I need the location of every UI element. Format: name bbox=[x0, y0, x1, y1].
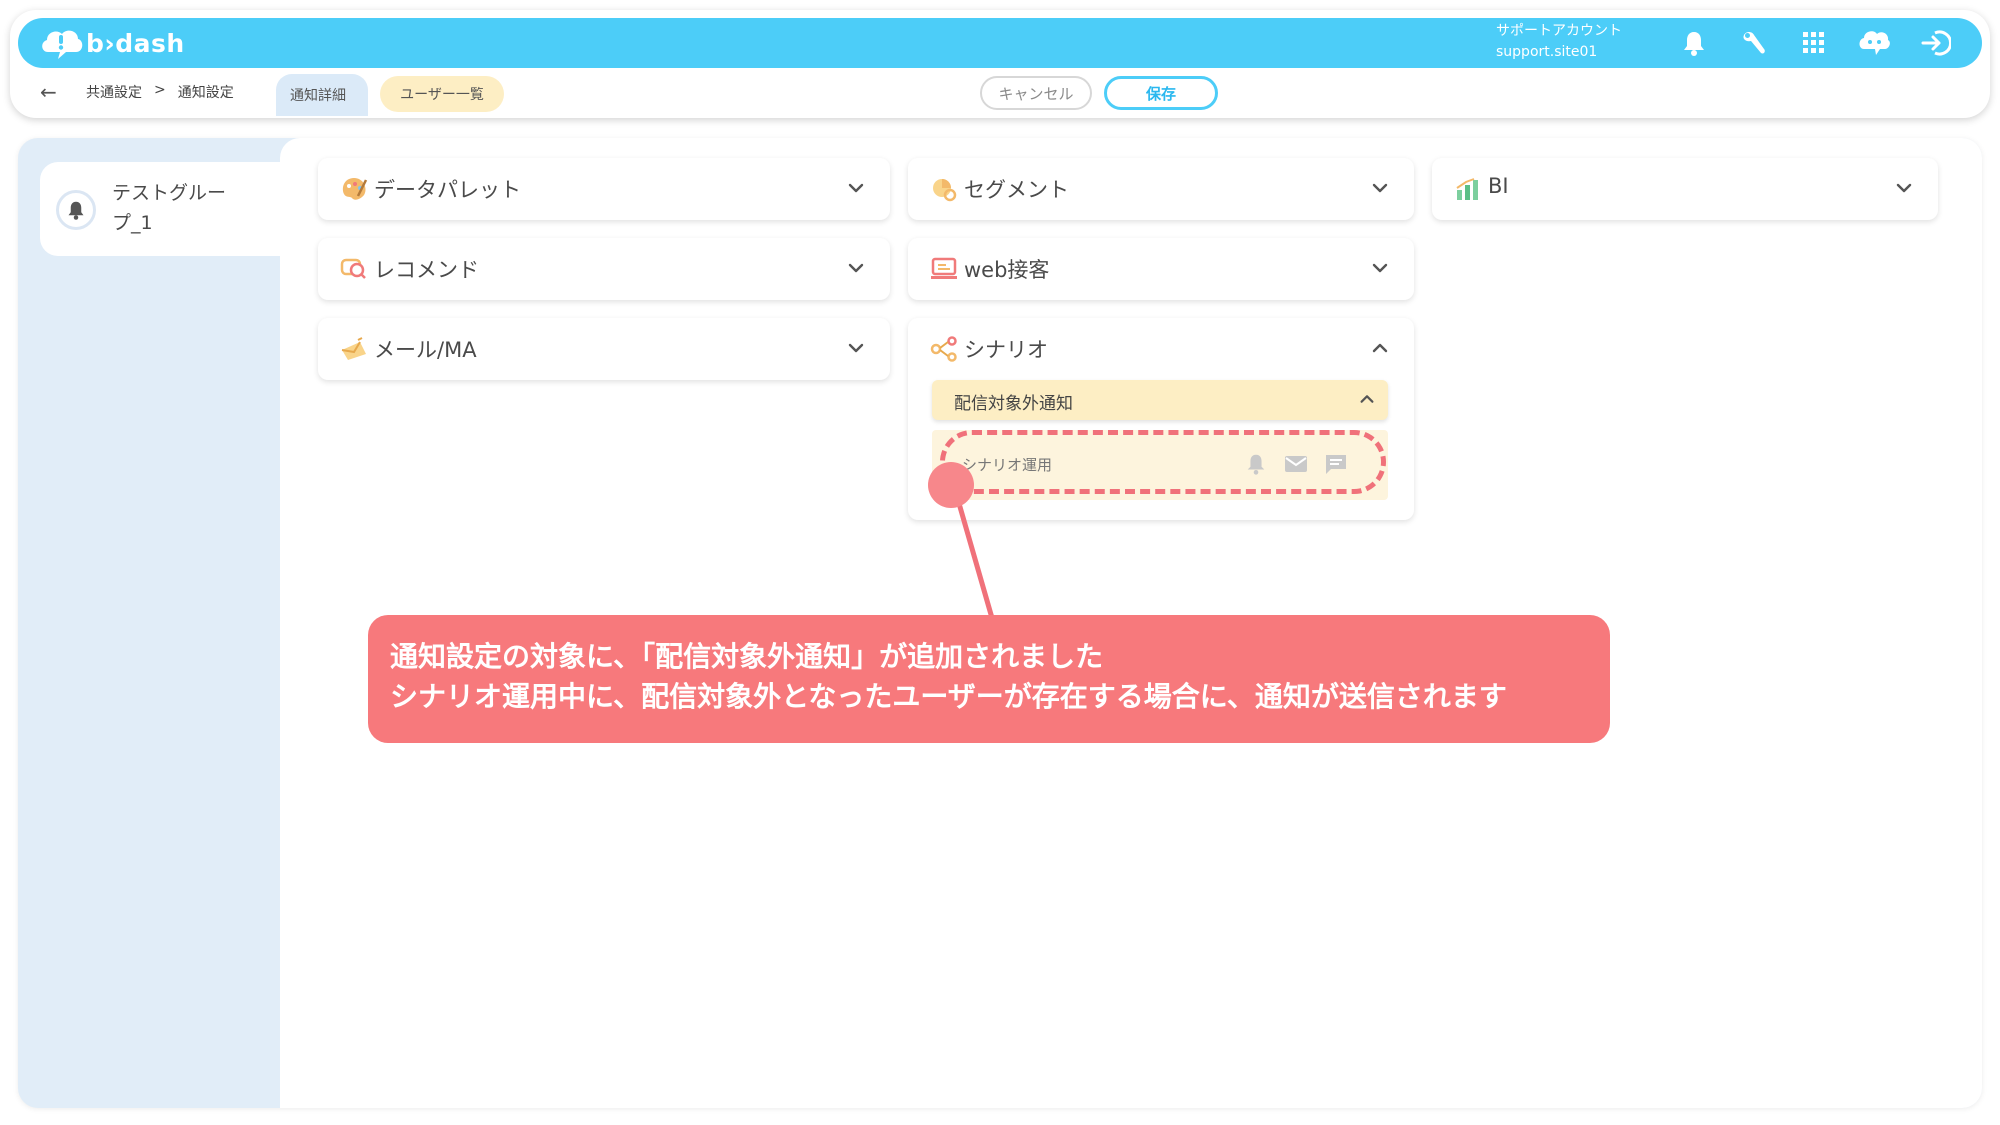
panel-title: メール/MA bbox=[374, 338, 477, 362]
chevron-down-icon[interactable] bbox=[1894, 178, 1914, 198]
bi-chart-icon bbox=[1456, 178, 1478, 200]
save-button[interactable]: 保存 bbox=[1104, 76, 1218, 110]
callout-line-1: 通知設定の対象に、「配信対象外通知」が追加されました bbox=[390, 640, 1104, 673]
breadcrumb-common-settings[interactable]: 共通設定 bbox=[86, 82, 142, 102]
breadcrumb-notification-settings: 通知設定 bbox=[177, 85, 234, 101]
panel-segment[interactable]: セグメント bbox=[908, 158, 1414, 220]
logo-text: b›dash bbox=[86, 28, 185, 58]
panel-mail-ma[interactable]: メール/MA bbox=[318, 318, 890, 380]
highlight-outline bbox=[940, 430, 1386, 494]
web-service-icon bbox=[931, 257, 957, 279]
chat-bot-icon[interactable] bbox=[1858, 27, 1890, 59]
panel-title: BI bbox=[1488, 174, 1509, 198]
panel-data-palette[interactable]: データパレット bbox=[318, 158, 890, 220]
panel-title: シナリオ bbox=[964, 338, 1048, 362]
breadcrumb-separator: > bbox=[154, 82, 166, 98]
bell-icon bbox=[56, 190, 96, 230]
cancel-button[interactable]: キャンセル bbox=[980, 76, 1092, 110]
sidebar-group-item[interactable]: テストグループ_1 bbox=[40, 162, 284, 256]
breadcrumb: 共通設定 > 通知設定 bbox=[86, 82, 234, 102]
scenario-icon bbox=[930, 336, 957, 362]
panel-recommend[interactable]: レコメンド bbox=[318, 238, 890, 300]
annotation-callout: 通知設定の対象に、「配信対象外通知」が追加されました シナリオ運用中に、配信対象… bbox=[368, 615, 1610, 743]
recommend-icon bbox=[340, 258, 366, 279]
account-id: support.site01 bbox=[1496, 44, 1598, 60]
undeliverable-notification-header[interactable]: 配信対象外通知 bbox=[932, 380, 1388, 420]
subsection-title: 配信対象外通知 bbox=[954, 394, 1073, 414]
panel-bi[interactable]: BI bbox=[1432, 158, 1938, 220]
panel-title: データパレット bbox=[374, 178, 521, 202]
chevron-down-icon[interactable] bbox=[1370, 178, 1390, 198]
logout-icon[interactable] bbox=[1920, 27, 1952, 59]
grid-icon[interactable] bbox=[1798, 27, 1830, 59]
panel-title: セグメント bbox=[964, 178, 1069, 202]
chevron-down-icon[interactable] bbox=[846, 258, 866, 278]
bell-icon[interactable] bbox=[1678, 27, 1710, 59]
back-arrow-icon[interactable]: ← bbox=[40, 80, 57, 104]
chevron-up-icon[interactable] bbox=[1358, 390, 1376, 408]
sub-bar: ← 共通設定 > 通知設定 通知詳細 ユーザー一覧 キャンセル 保存 bbox=[18, 72, 1982, 116]
chevron-down-icon[interactable] bbox=[846, 178, 866, 198]
pointer-dot bbox=[928, 462, 974, 508]
panel-title: web接客 bbox=[964, 258, 1050, 282]
chevron-up-icon[interactable] bbox=[1370, 338, 1390, 358]
account-info[interactable]: サポートアカウント support.site01 bbox=[1496, 21, 1622, 63]
chevron-down-icon[interactable] bbox=[1370, 258, 1390, 278]
panel-title: レコメンド bbox=[374, 258, 479, 282]
wrench-icon[interactable] bbox=[1738, 27, 1770, 59]
callout-line-2: シナリオ運用中に、配信対象外となったユーザーが存在する場合に、通知が送信されます bbox=[390, 680, 1507, 713]
logo-cloud-icon bbox=[42, 30, 83, 59]
tab-user-list[interactable]: ユーザー一覧 bbox=[380, 76, 504, 112]
mail-icon bbox=[341, 337, 366, 360]
segment-icon bbox=[933, 179, 957, 202]
panel-web-service[interactable]: web接客 bbox=[908, 238, 1414, 300]
logo[interactable]: b›dash bbox=[38, 24, 185, 62]
palette-icon bbox=[342, 178, 368, 200]
top-bar: b›dash サポートアカウント support.site01 bbox=[18, 18, 1982, 68]
account-name: サポートアカウント bbox=[1496, 23, 1622, 39]
group-name: テストグループ_1 bbox=[112, 182, 227, 234]
tab-notification-detail[interactable]: 通知詳細 bbox=[276, 74, 368, 116]
chevron-down-icon[interactable] bbox=[846, 338, 866, 358]
